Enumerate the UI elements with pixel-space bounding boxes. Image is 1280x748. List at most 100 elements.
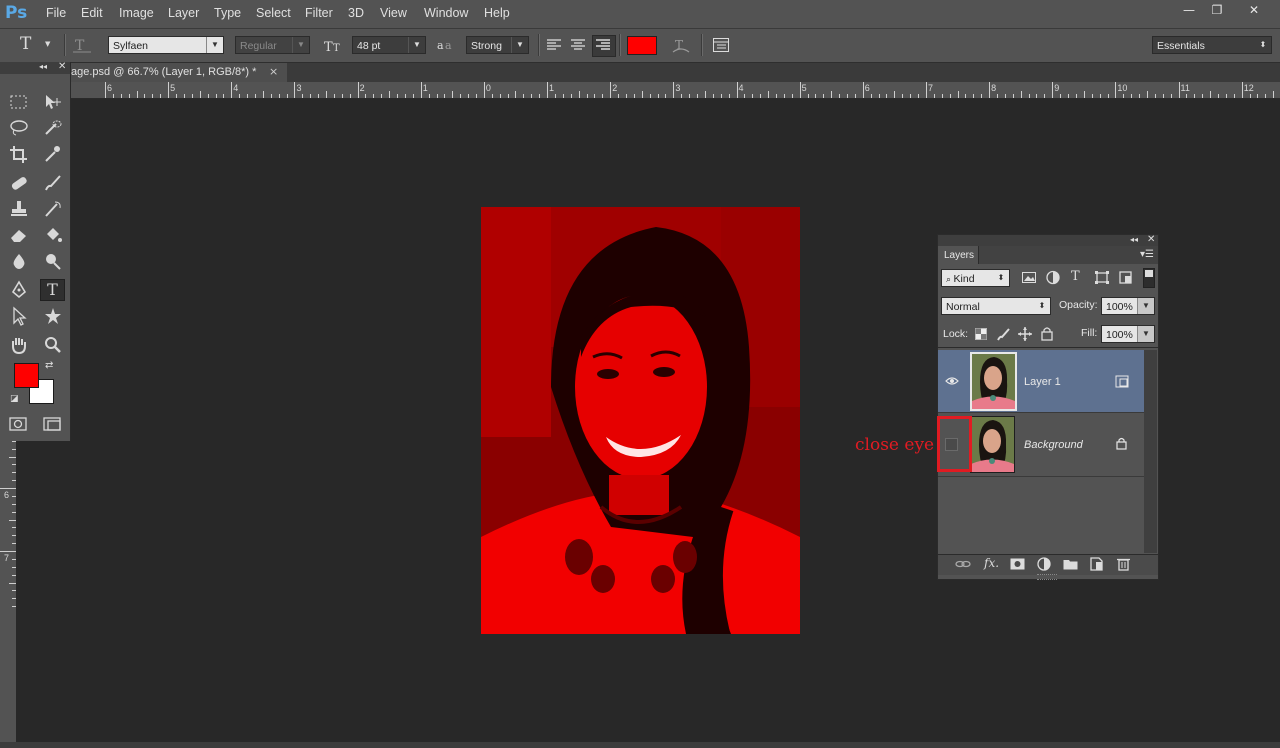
- type-tool-icon[interactable]: T: [40, 279, 65, 301]
- close-window-button[interactable]: ✕: [1236, 1, 1272, 19]
- warp-text-icon[interactable]: T: [671, 36, 691, 54]
- menu-type[interactable]: Type: [214, 6, 241, 20]
- resize-grip[interactable]: [1037, 574, 1057, 580]
- fill-input[interactable]: 100% ▼: [1101, 325, 1155, 343]
- lock-all-icon[interactable]: [1041, 326, 1053, 341]
- default-colors-icon[interactable]: ◪: [10, 394, 19, 404]
- layer-filter-kind-select[interactable]: ⌕ Kind ⬍: [941, 269, 1010, 287]
- marquee-tool-icon[interactable]: [8, 92, 30, 112]
- adjustment-layer-icon[interactable]: [1037, 557, 1051, 571]
- canvas-image[interactable]: [481, 207, 800, 634]
- antialias-select[interactable]: Strong ▼: [466, 36, 529, 54]
- custom-shape-tool-icon[interactable]: [42, 306, 64, 326]
- crop-tool-icon[interactable]: [8, 144, 30, 164]
- lock-transparent-pixels-icon[interactable]: [975, 328, 987, 340]
- ruler-minor-tick: [404, 94, 406, 98]
- lasso-tool-icon[interactable]: [8, 118, 30, 138]
- zoom-tool-icon[interactable]: [42, 335, 64, 355]
- updown-icon: ⬍: [1259, 40, 1267, 49]
- swap-colors-icon[interactable]: ⇄: [45, 360, 53, 371]
- menu-layer[interactable]: Layer: [168, 6, 199, 20]
- minimize-button[interactable]: —: [1174, 1, 1204, 19]
- ruler-minor-tick: [594, 94, 596, 98]
- pen-tool-icon[interactable]: [8, 280, 30, 300]
- font-family-select[interactable]: Sylfaen ▼: [108, 36, 224, 54]
- menu-edit[interactable]: Edit: [81, 6, 103, 20]
- eraser-tool-icon[interactable]: [8, 225, 30, 245]
- ruler-label: 11: [1180, 83, 1190, 93]
- menu-view[interactable]: View: [380, 6, 407, 20]
- ruler-minor-tick: [128, 94, 130, 98]
- blur-tool-icon[interactable]: [8, 251, 30, 271]
- fx-icon[interactable]: fx.: [984, 556, 999, 570]
- screen-mode-icon[interactable]: [42, 415, 64, 433]
- ruler-label: 12: [1243, 83, 1254, 93]
- history-brush-tool-icon[interactable]: [42, 199, 64, 219]
- shape-layer-filter-icon[interactable]: [1094, 270, 1110, 285]
- hand-tool-icon[interactable]: [8, 335, 30, 355]
- ruler-label: 1: [422, 83, 428, 93]
- panel-tab-strip: [979, 246, 1158, 264]
- lock-image-pixels-icon[interactable]: [996, 327, 1010, 341]
- paint-bucket-tool-icon[interactable]: [42, 225, 64, 245]
- type-tool-preset-icon[interactable]: T: [20, 34, 31, 54]
- layer-thumbnail[interactable]: [970, 416, 1015, 473]
- text-orientation-icon[interactable]: T: [72, 36, 92, 54]
- smart-object-filter-icon[interactable]: [1118, 270, 1134, 285]
- quick-mask-icon[interactable]: [8, 415, 30, 433]
- dodge-tool-icon[interactable]: [42, 251, 64, 271]
- align-left-icon[interactable]: [546, 38, 562, 52]
- workspace-select[interactable]: Essentials ⬍: [1152, 36, 1272, 54]
- layer-name-layer-1[interactable]: Layer 1: [1024, 376, 1061, 388]
- lock-position-icon[interactable]: [1018, 327, 1032, 341]
- layer-name-background[interactable]: Background: [1024, 439, 1083, 451]
- ruler-minor-tick: [152, 94, 154, 98]
- ruler-minor-tick: [1146, 91, 1148, 98]
- new-layer-icon[interactable]: [1090, 557, 1103, 571]
- panel-menu-icon[interactable]: ▾☰: [1140, 249, 1154, 260]
- blend-mode-select[interactable]: Normal ⬍: [941, 297, 1051, 315]
- text-color-swatch[interactable]: [627, 36, 657, 55]
- move-tool-icon[interactable]: [42, 92, 64, 112]
- collapse-icon[interactable]: ◂◂: [39, 62, 47, 71]
- quick-selection-tool-icon[interactable]: [42, 118, 64, 138]
- restore-button[interactable]: ❐: [1202, 1, 1232, 19]
- adjustment-layer-filter-icon[interactable]: [1045, 270, 1061, 285]
- menu-file[interactable]: File: [46, 6, 66, 20]
- chevron-down-icon[interactable]: ▼: [45, 40, 50, 48]
- close-icon[interactable]: ✕: [1147, 234, 1155, 245]
- trash-icon[interactable]: [1117, 557, 1130, 571]
- menu-select[interactable]: Select: [256, 6, 291, 20]
- font-size-select[interactable]: 48 pt ▼: [352, 36, 426, 54]
- layer-mask-icon[interactable]: [1010, 558, 1025, 570]
- menu-image[interactable]: Image: [119, 6, 154, 20]
- font-style-select[interactable]: Regular ▼: [235, 36, 310, 54]
- brush-tool-icon[interactable]: [42, 173, 64, 193]
- layers-scrollbar[interactable]: [1144, 350, 1157, 553]
- pixel-layer-filter-icon[interactable]: [1021, 270, 1037, 285]
- opacity-input[interactable]: 100% ▼: [1101, 297, 1155, 315]
- divider: [938, 476, 1144, 477]
- eyedropper-tool-icon[interactable]: [42, 144, 64, 164]
- clone-stamp-tool-icon[interactable]: [8, 199, 30, 219]
- menu-filter[interactable]: Filter: [305, 6, 333, 20]
- path-selection-tool-icon[interactable]: [8, 306, 30, 326]
- menu-help[interactable]: Help: [484, 6, 510, 20]
- foreground-color-swatch[interactable]: [14, 363, 39, 388]
- ruler-minor-tick: [9, 456, 16, 458]
- layer-thumbnail[interactable]: [970, 352, 1017, 411]
- ruler-minor-tick: [1139, 94, 1141, 98]
- filter-toggle-switch[interactable]: [1143, 268, 1155, 288]
- close-icon[interactable]: ×: [269, 65, 278, 78]
- character-panel-icon[interactable]: [712, 37, 730, 53]
- collapse-icon[interactable]: ◂◂: [1130, 235, 1138, 244]
- type-layer-filter-icon[interactable]: T: [1071, 269, 1080, 284]
- align-center-icon[interactable]: [570, 38, 586, 52]
- new-group-icon[interactable]: [1063, 558, 1078, 570]
- eye-visibility-icon[interactable]: [945, 376, 959, 386]
- healing-brush-tool-icon[interactable]: [8, 173, 30, 193]
- close-icon[interactable]: ✕: [58, 61, 66, 72]
- link-layers-icon[interactable]: [955, 558, 971, 570]
- menu-3d[interactable]: 3D: [348, 6, 364, 20]
- menu-window[interactable]: Window: [424, 6, 468, 20]
